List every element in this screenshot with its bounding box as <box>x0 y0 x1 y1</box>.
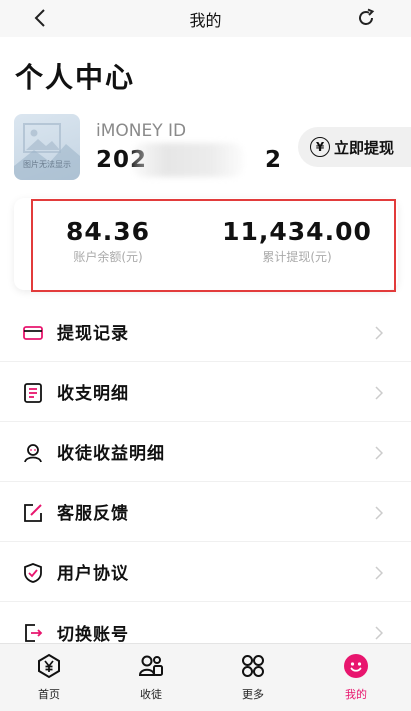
edit-icon <box>22 502 44 524</box>
me-icon <box>342 652 370 680</box>
yen-circle-icon: ¥ <box>310 137 330 157</box>
chevron-right-icon <box>375 445 384 460</box>
chevron-right-icon <box>375 565 384 580</box>
menu-item-label: 用户协议 <box>57 564 129 584</box>
grid-icon <box>239 652 267 680</box>
tab-label: 收徒 <box>140 688 162 701</box>
avatar-watermark: 图片无法显示 <box>23 160 71 169</box>
menu-item-disciple-earnings[interactable]: 收徒收益明细 <box>0 422 411 482</box>
tab-label: 首页 <box>38 688 60 701</box>
tab-label: 更多 <box>242 688 264 701</box>
menu-item-user-agreement[interactable]: 用户协议 <box>0 542 411 602</box>
highlight-box <box>31 199 396 292</box>
team-icon <box>137 652 165 680</box>
menu-item-label: 客服反馈 <box>57 504 129 524</box>
card-icon <box>22 322 44 344</box>
id-value-suffix: 2 <box>265 147 283 173</box>
menu-item-label: 切换账号 <box>57 624 129 645</box>
chevron-right-icon <box>375 325 384 340</box>
tab-home[interactable]: 首页 <box>19 652 79 702</box>
nav-title: 我的 <box>189 10 222 30</box>
menu-item-label: 提现记录 <box>57 324 129 344</box>
chevron-right-icon <box>375 505 384 520</box>
bottom-tab-bar: 首页 收徒 更多 我的 <box>0 643 411 711</box>
menu-item-withdraw-records[interactable]: 提现记录 <box>0 302 411 362</box>
back-icon[interactable] <box>30 6 50 30</box>
tab-more[interactable]: 更多 <box>223 652 283 702</box>
tab-me[interactable]: 我的 <box>326 652 386 702</box>
tab-label: 我的 <box>345 688 367 701</box>
menu-item-label: 收支明细 <box>57 384 129 404</box>
shield-icon <box>22 562 44 584</box>
tab-disciples[interactable]: 收徒 <box>121 652 181 702</box>
home-yen-icon <box>35 652 63 680</box>
switch-icon <box>22 622 44 644</box>
refresh-icon[interactable] <box>355 6 377 30</box>
avatar[interactable]: 图片无法显示 <box>14 114 80 180</box>
menu-item-label: 收徒收益明细 <box>57 444 165 464</box>
chevron-right-icon <box>375 625 384 640</box>
chevron-right-icon <box>375 385 384 400</box>
menu-item-customer-feedback[interactable]: 客服反馈 <box>0 482 411 542</box>
top-nav-bar: 我的 <box>0 0 411 37</box>
id-redaction-blur <box>132 143 244 177</box>
menu-item-income-expense[interactable]: 收支明细 <box>0 362 411 422</box>
ledger-icon <box>22 382 44 404</box>
id-label: iMONEY ID <box>96 121 187 141</box>
page-title: 个人中心 <box>15 61 136 94</box>
withdraw-button[interactable]: ¥ 立即提现 <box>298 127 411 167</box>
withdraw-button-label: 立即提现 <box>334 138 395 157</box>
user-icon <box>22 442 44 464</box>
